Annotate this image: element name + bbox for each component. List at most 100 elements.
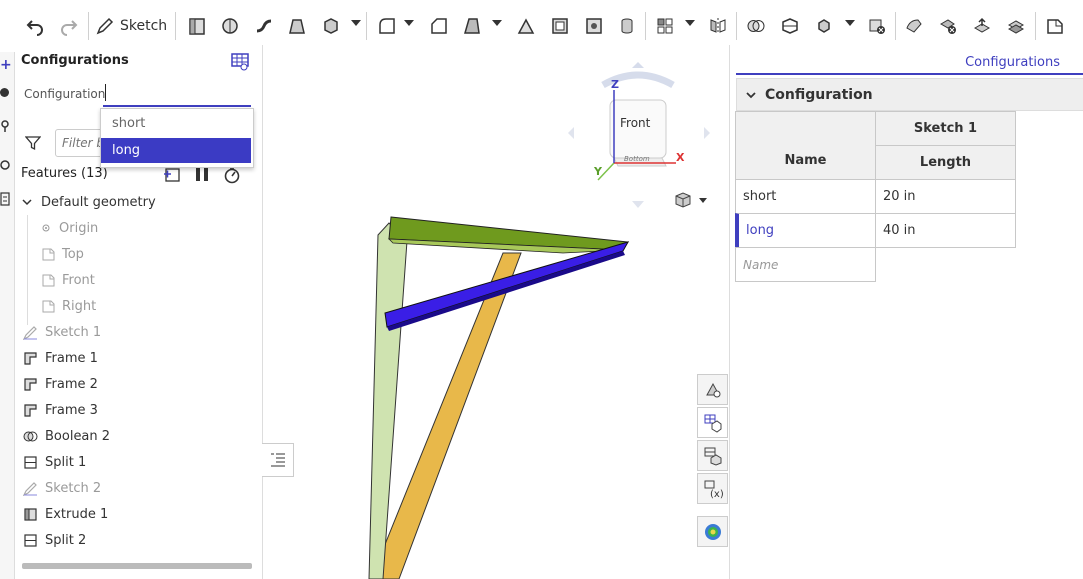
geometry-label: Front bbox=[62, 272, 95, 288]
row-long-name[interactable]: long bbox=[735, 213, 876, 248]
axis-y-label: Y bbox=[594, 165, 602, 178]
configuration-panel-button[interactable] bbox=[697, 407, 728, 438]
sketch-group-header: Sketch 1 bbox=[875, 111, 1016, 146]
dropdown-option-long[interactable]: long bbox=[101, 138, 251, 163]
rollback-bar[interactable] bbox=[22, 563, 252, 569]
plane-icon bbox=[42, 300, 55, 312]
rollback-clock-icon[interactable] bbox=[223, 166, 241, 184]
feature-label: Split 1 bbox=[45, 454, 87, 470]
feature-item-boolean-2[interactable]: Boolean 2 bbox=[23, 425, 110, 447]
boolean-icon[interactable] bbox=[743, 13, 769, 39]
sketch-button[interactable]: Sketch bbox=[96, 13, 167, 39]
mirror-icon[interactable] bbox=[705, 13, 731, 39]
feature-item-sketch-2[interactable]: Sketch 2 bbox=[23, 477, 101, 499]
variables-button[interactable]: (x) bbox=[697, 473, 728, 504]
chevron-down-icon[interactable] bbox=[492, 20, 502, 26]
add-icon[interactable]: + bbox=[0, 58, 12, 72]
geometry-item-origin[interactable]: Origin bbox=[41, 217, 98, 239]
variable-table-icon: (x) bbox=[704, 480, 723, 499]
feature-item-extrude-1[interactable]: Extrude 1 bbox=[23, 503, 108, 525]
row-short-length[interactable]: 20 in bbox=[875, 179, 1016, 214]
delete-part-icon[interactable] bbox=[864, 13, 890, 39]
viewcube-bottom-label: Bottom bbox=[624, 155, 650, 163]
shell-icon[interactable] bbox=[547, 13, 573, 39]
configuration-input[interactable] bbox=[103, 81, 251, 107]
row-short-name[interactable]: short bbox=[735, 179, 876, 214]
feature-item-frame-2[interactable]: Frame 2 bbox=[23, 373, 98, 395]
default-geometry-label: Default geometry bbox=[41, 194, 156, 210]
geometry-item-top[interactable]: Top bbox=[41, 243, 84, 265]
configurations-tab[interactable]: Configurations bbox=[965, 55, 1060, 70]
hole-icon[interactable] bbox=[581, 13, 607, 39]
cylinder-icon[interactable] bbox=[614, 13, 640, 39]
tab-underline bbox=[736, 73, 1083, 75]
extrude-icon[interactable] bbox=[184, 13, 210, 39]
list-icon[interactable] bbox=[0, 192, 10, 206]
plane-icon[interactable] bbox=[1042, 13, 1068, 39]
redo-icon[interactable] bbox=[56, 13, 82, 39]
split-icon[interactable] bbox=[777, 13, 803, 39]
row-long-length[interactable]: 40 in bbox=[875, 213, 1016, 248]
feature-list-toggle[interactable] bbox=[262, 443, 294, 477]
filter-icon[interactable] bbox=[24, 135, 42, 151]
pattern-icon[interactable] bbox=[652, 13, 678, 39]
feature-label: Split 2 bbox=[45, 532, 87, 548]
rib-icon[interactable] bbox=[513, 13, 539, 39]
view-mode-menu[interactable] bbox=[674, 191, 707, 209]
mate-icon[interactable] bbox=[0, 120, 10, 132]
configuration-section-header[interactable]: Configuration bbox=[736, 78, 1083, 111]
configuration-table-icon[interactable] bbox=[231, 53, 249, 71]
3d-viewport[interactable]: Front Bottom Z X Y bbox=[262, 45, 728, 579]
sketch-icon bbox=[23, 325, 37, 340]
feature-circle-icon[interactable] bbox=[0, 88, 9, 97]
chevron-down-icon bbox=[22, 199, 32, 206]
feature-item-frame-1[interactable]: Frame 1 bbox=[23, 347, 98, 369]
feature-item-sketch-1[interactable]: Sketch 1 bbox=[23, 321, 101, 343]
chevron-down-icon[interactable] bbox=[404, 20, 414, 26]
configured-parts-button[interactable] bbox=[697, 440, 728, 471]
geometry-item-front[interactable]: Front bbox=[41, 269, 95, 291]
origin-icon bbox=[42, 224, 50, 232]
feature-item-split-2[interactable]: Split 2 bbox=[23, 529, 86, 551]
chevron-down-icon[interactable] bbox=[351, 20, 361, 26]
fillet-icon[interactable] bbox=[374, 13, 400, 39]
default-geometry-group[interactable]: Default geometry bbox=[21, 191, 156, 213]
transform-icon[interactable] bbox=[811, 13, 837, 39]
left-rail: + bbox=[0, 0, 15, 579]
modify-fillet-icon[interactable] bbox=[901, 13, 927, 39]
dropdown-option-short[interactable]: short bbox=[101, 111, 251, 136]
thicken-icon[interactable] bbox=[318, 13, 344, 39]
replace-face-icon[interactable] bbox=[1003, 13, 1029, 39]
split-icon bbox=[24, 533, 37, 547]
render-studio-button[interactable] bbox=[697, 516, 728, 547]
chamfer-icon[interactable] bbox=[426, 13, 452, 39]
appearance-button[interactable] bbox=[697, 374, 728, 405]
feature-item-split-1[interactable]: Split 1 bbox=[23, 451, 86, 473]
chevron-down-icon[interactable] bbox=[685, 20, 695, 26]
appearance-icon bbox=[705, 382, 720, 397]
boolean-icon bbox=[23, 431, 38, 441]
chevron-down-icon bbox=[699, 198, 707, 203]
clock-icon[interactable] bbox=[0, 158, 10, 170]
move-face-icon[interactable] bbox=[969, 13, 995, 39]
name-header-text: Name bbox=[784, 153, 827, 168]
frame-icon bbox=[24, 377, 37, 391]
undo-icon[interactable] bbox=[22, 13, 48, 39]
feature-label: Extrude 1 bbox=[45, 506, 109, 522]
draft-icon[interactable] bbox=[459, 13, 485, 39]
feature-item-frame-3[interactable]: Frame 3 bbox=[23, 399, 98, 421]
delete-face-icon[interactable] bbox=[935, 13, 961, 39]
geometry-item-right[interactable]: Right bbox=[41, 295, 96, 317]
features-header: Features (13) bbox=[21, 166, 108, 181]
viewcube-front-label: Front bbox=[620, 116, 651, 130]
sketch-icon bbox=[23, 481, 37, 496]
revolve-icon[interactable] bbox=[217, 13, 243, 39]
chevron-down-icon[interactable] bbox=[845, 20, 855, 26]
feature-label: Boolean 2 bbox=[45, 428, 111, 444]
pause-icon[interactable] bbox=[195, 166, 209, 182]
chevron-down-icon bbox=[746, 91, 756, 98]
loft-icon[interactable] bbox=[284, 13, 310, 39]
feature-label: Frame 3 bbox=[45, 402, 98, 418]
sweep-icon[interactable] bbox=[251, 13, 277, 39]
new-row-name-input[interactable]: Name bbox=[735, 247, 876, 282]
